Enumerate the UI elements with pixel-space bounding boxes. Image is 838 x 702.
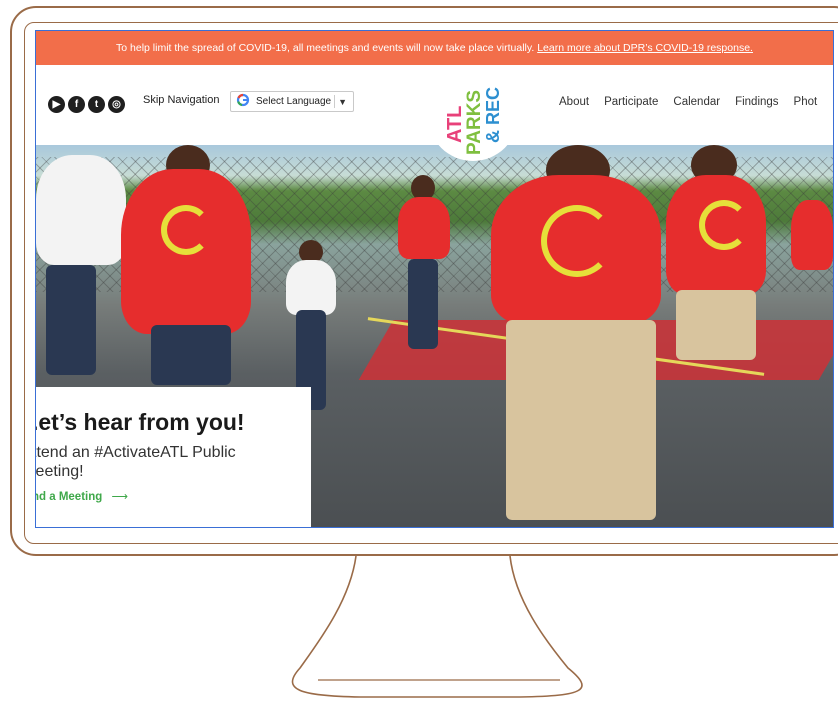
kid-figure (111, 145, 261, 385)
nav-participate[interactable]: Participate (604, 96, 658, 108)
cta-subtitle-line1: ttend an #ActivateATL Public (36, 444, 236, 461)
banner-text: To help limit the spread of COVID-19, al… (116, 42, 535, 54)
language-select-label: Select Language (256, 96, 332, 107)
cta-subtitle: ttend an #ActivateATL Public leeting! (36, 443, 272, 481)
kid-figure (791, 185, 833, 345)
cta-heading: .et’s hear from you! (36, 409, 245, 435)
skip-navigation-link[interactable]: Skip Navigation (143, 94, 219, 106)
hero-photo: .et’s hear from you! ttend an #ActivateA… (36, 145, 833, 527)
site-header: ▶ f t ◎ Skip Navigation Select Language … (36, 65, 833, 161)
covid-response-link[interactable]: Learn more about DPR’s COVID-19 response… (537, 42, 753, 54)
twitter-icon[interactable]: t (88, 96, 105, 113)
main-nav: About Participate Calendar Findings Phot (559, 96, 817, 108)
instagram-icon[interactable]: ◎ (108, 96, 125, 113)
nav-calendar[interactable]: Calendar (673, 96, 720, 108)
nav-findings[interactable]: Findings (735, 96, 778, 108)
logo-line2: PARKS (464, 90, 485, 155)
youtube-icon[interactable]: ▶ (48, 96, 65, 113)
kid-figure (396, 175, 451, 355)
social-links: ▶ f t ◎ (48, 96, 125, 113)
arrow-right-icon: ⟶ (111, 491, 128, 503)
kid-figure (661, 145, 771, 475)
facebook-icon[interactable]: f (68, 96, 85, 113)
logo-line1: ATL (444, 106, 466, 143)
nav-photos[interactable]: Phot (794, 96, 818, 108)
language-select[interactable]: Select Language ▼ (230, 91, 354, 112)
cta-subtitle-line2: leeting! (36, 463, 84, 480)
google-icon (236, 93, 252, 110)
select-divider (334, 95, 335, 108)
covid-banner: To help limit the spread of COVID-19, al… (36, 31, 833, 65)
meeting-cta-card: .et’s hear from you! ttend an #ActivateA… (36, 387, 311, 527)
atl-parks-rec-logo[interactable]: ATL PARKS & REC (428, 65, 518, 161)
caret-down-icon: ▼ (338, 96, 347, 107)
find-meeting-label: nd a Meeting (36, 491, 103, 503)
find-meeting-link[interactable]: nd a Meeting ⟶ (36, 489, 128, 503)
logo-line3: & REC (483, 87, 503, 143)
website-screen: To help limit the spread of COVID-19, al… (35, 30, 834, 528)
nav-about[interactable]: About (559, 96, 589, 108)
